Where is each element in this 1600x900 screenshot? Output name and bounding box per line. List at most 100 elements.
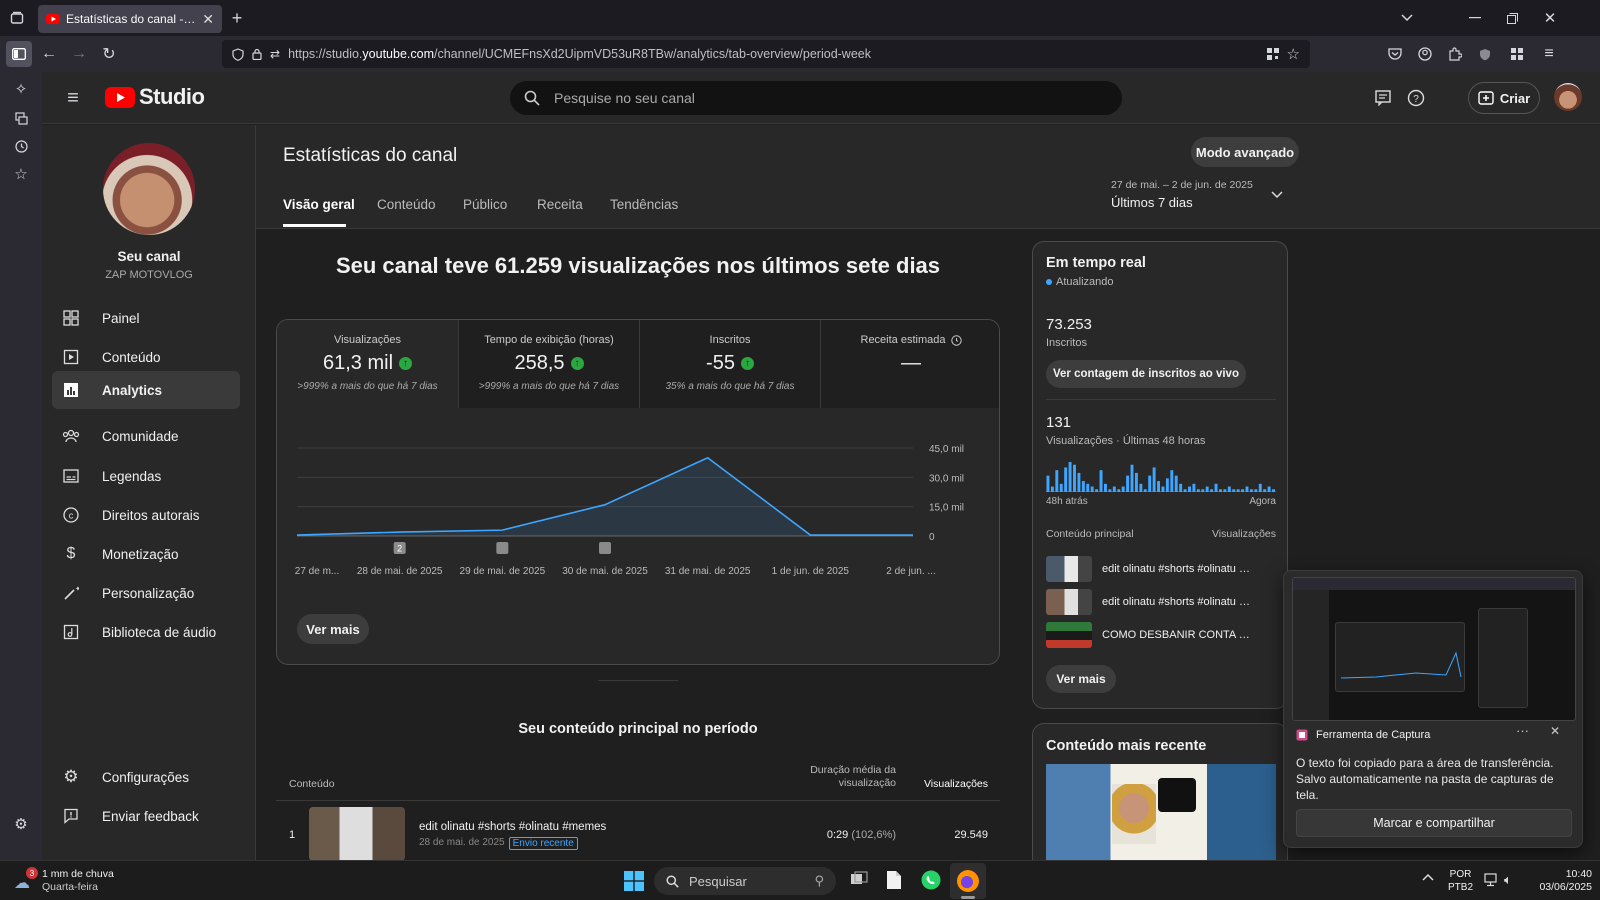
metric-subscribers[interactable]: Inscritos -55 ↑ 35% a mais do que há 7 di…: [639, 320, 820, 408]
sidebar-item-comunidade[interactable]: Comunidade: [52, 417, 240, 455]
extensions-icon[interactable]: [1446, 45, 1464, 63]
close-icon[interactable]: ✕: [1550, 724, 1560, 738]
new-tab-icon[interactable]: +: [228, 8, 246, 28]
sidebar-item-enviar-feedback[interactable]: Enviar feedback: [52, 797, 240, 835]
lock-icon[interactable]: [252, 48, 262, 60]
sparkline-bar: [1254, 489, 1258, 492]
create-button[interactable]: Criar: [1468, 82, 1540, 114]
taskbar-clock[interactable]: 10:40 03/06/2025: [1528, 868, 1592, 894]
firefox-taskbar-button[interactable]: [950, 863, 986, 899]
weather-widget[interactable]: ☁ 3: [14, 867, 40, 893]
date-range-picker[interactable]: 27 de mai. – 2 de jun. de 2025 Últimos 7…: [1111, 179, 1301, 210]
close-tab-icon[interactable]: ✕: [202, 11, 214, 28]
apps-grid-icon[interactable]: [1508, 45, 1526, 63]
tab-tendencias[interactable]: Tendências: [610, 197, 678, 212]
realtime-item[interactable]: COMO DESBANIR CONTA DO WHATSAPP: [1046, 622, 1276, 650]
file-document-icon[interactable]: [886, 870, 904, 892]
account-avatar[interactable]: [1554, 83, 1582, 111]
sidebar-item-legendas[interactable]: Legendas: [52, 457, 240, 495]
menu-hamburger-icon[interactable]: ≡: [62, 87, 84, 109]
metric-views[interactable]: Visualizações 61,3 mil ↑ >999% a mais do …: [277, 320, 458, 408]
synced-tabs-icon[interactable]: [12, 109, 30, 127]
ublock-shield-icon[interactable]: [1476, 45, 1494, 63]
ai-sparkle-icon[interactable]: ✧: [12, 80, 30, 98]
tab-visao-geral[interactable]: Visão geral: [283, 197, 355, 212]
back-icon[interactable]: ←: [40, 45, 58, 63]
pocket-icon[interactable]: [1386, 45, 1404, 63]
see-more-button[interactable]: Ver mais: [297, 614, 369, 644]
customize-gear-icon[interactable]: ⚙: [12, 815, 30, 833]
reload-icon[interactable]: ↻: [100, 45, 118, 63]
bookmark-star-icon[interactable]: ☆: [1287, 45, 1300, 63]
channel-avatar[interactable]: [103, 143, 195, 235]
captions-feedback-icon[interactable]: [1372, 87, 1394, 109]
search-input[interactable]: [554, 90, 1108, 106]
more-options-icon[interactable]: ···: [1516, 723, 1529, 738]
address-bar[interactable]: ⇄ https://studio.youtube.com/channel/UCM…: [222, 40, 1310, 68]
row-title[interactable]: edit olinatu #shorts #olinatu #memes: [419, 821, 606, 833]
weather-text[interactable]: 1 mm de chuva Quarta-feira: [42, 868, 114, 894]
sidebar-item-direitos-autorais[interactable]: c Direitos autorais: [52, 496, 240, 534]
sparkline-bar: [1050, 486, 1054, 492]
account-icon[interactable]: [1416, 45, 1434, 63]
forward-icon[interactable]: →: [70, 45, 88, 63]
network-icon[interactable]: [1484, 873, 1500, 889]
sparkline-bar: [1112, 486, 1116, 492]
realtime-see-more-button[interactable]: Ver mais: [1046, 665, 1116, 693]
live-subscriber-count-button[interactable]: Ver contagem de inscritos ao vivo: [1046, 360, 1246, 388]
permissions-icon[interactable]: ⇄: [270, 47, 280, 61]
restore-icon[interactable]: [1503, 9, 1521, 27]
minimize-icon[interactable]: [1466, 9, 1484, 27]
studio-logo[interactable]: Studio: [105, 84, 205, 110]
sidebar-item-monetizacao[interactable]: $ Monetização: [52, 535, 240, 573]
realtime-item[interactable]: edit olinatu #shorts #olinatu #memes: [1046, 556, 1276, 584]
shield-icon[interactable]: [232, 47, 244, 61]
chevron-down-icon[interactable]: [1398, 9, 1416, 27]
sparkline-bar: [1139, 483, 1143, 492]
whatsapp-icon[interactable]: [920, 869, 944, 893]
mark-and-share-button[interactable]: Marcar e compartilhar: [1296, 809, 1572, 837]
video-thumbnail[interactable]: [309, 807, 405, 860]
search-bar[interactable]: [510, 81, 1122, 115]
windows-start-icon[interactable]: [624, 871, 644, 891]
task-view-icon[interactable]: [850, 871, 870, 891]
sidebar-item-configuracoes[interactable]: ⚙ Configurações: [52, 758, 240, 796]
screenshot-preview-image[interactable]: [1292, 577, 1576, 721]
tab-conteudo[interactable]: Conteúdo: [377, 197, 436, 212]
qr-code-icon[interactable]: [1266, 48, 1279, 60]
sparkline-bar: [1108, 489, 1112, 492]
weather-condition: 1 mm de chuva: [42, 868, 114, 880]
close-window-icon[interactable]: ✕: [1541, 9, 1559, 27]
metric-watch-time[interactable]: Tempo de exibição (horas) 258,5 ↑ >999% a…: [458, 320, 639, 408]
metric-revenue[interactable]: Receita estimada —: [820, 320, 999, 408]
realtime-item[interactable]: edit olinatu #shorts #olinatu #memes: [1046, 589, 1276, 617]
menu-hamburger-icon[interactable]: ≡: [1540, 45, 1558, 63]
sidebar-toggle-icon[interactable]: [6, 41, 32, 67]
sidebar-item-biblioteca-audio[interactable]: Biblioteca de áudio: [52, 613, 240, 651]
sidebar-item-personalizacao[interactable]: ✦ Personalização: [52, 574, 240, 612]
sidebar-item-label: Analytics: [102, 382, 163, 398]
sidebar-item-painel[interactable]: Painel: [52, 299, 240, 337]
tab-publico[interactable]: Público: [463, 197, 507, 212]
col-views[interactable]: Visualizações: [916, 778, 988, 790]
history-clock-icon[interactable]: [12, 137, 30, 155]
recent-upload-badge: Envio recente: [508, 837, 578, 850]
help-icon[interactable]: ?: [1405, 87, 1427, 109]
views-chart[interactable]: 0 15,0 mil 30,0 mil 45,0 mil 27 de m... 28 de…: [277, 408, 1000, 598]
input-language[interactable]: POR PTB2: [1448, 868, 1473, 894]
col-duration[interactable]: Duração média da visualização: [796, 764, 896, 790]
bookmarks-star-icon[interactable]: ☆: [12, 165, 30, 183]
taskbar-search[interactable]: Pesquisar ⚲: [654, 867, 836, 895]
snipping-tool-notification[interactable]: Ferramenta de Captura ··· ✕ O texto foi …: [1283, 570, 1583, 848]
tray-chevron-up-icon[interactable]: [1422, 873, 1434, 881]
advanced-mode-button[interactable]: Modo avançado: [1191, 137, 1299, 167]
table-row[interactable]: 1 edit olinatu #shorts #olinatu #memes 2…: [276, 807, 1000, 860]
recent-video-thumbnail[interactable]: [1046, 764, 1276, 860]
tab-receita[interactable]: Receita: [537, 197, 583, 212]
realtime-sparkline[interactable]: [1046, 458, 1276, 492]
realtime-item-title: edit olinatu #shorts #olinatu #memes: [1102, 596, 1252, 608]
browser-tab-active[interactable]: Estatísticas do canal - YouTube ✕: [38, 5, 222, 33]
volume-icon[interactable]: 🔈︎: [1504, 872, 1512, 888]
tab-list-icon[interactable]: [8, 9, 26, 27]
sidebar-item-analytics[interactable]: Analytics: [52, 371, 240, 409]
